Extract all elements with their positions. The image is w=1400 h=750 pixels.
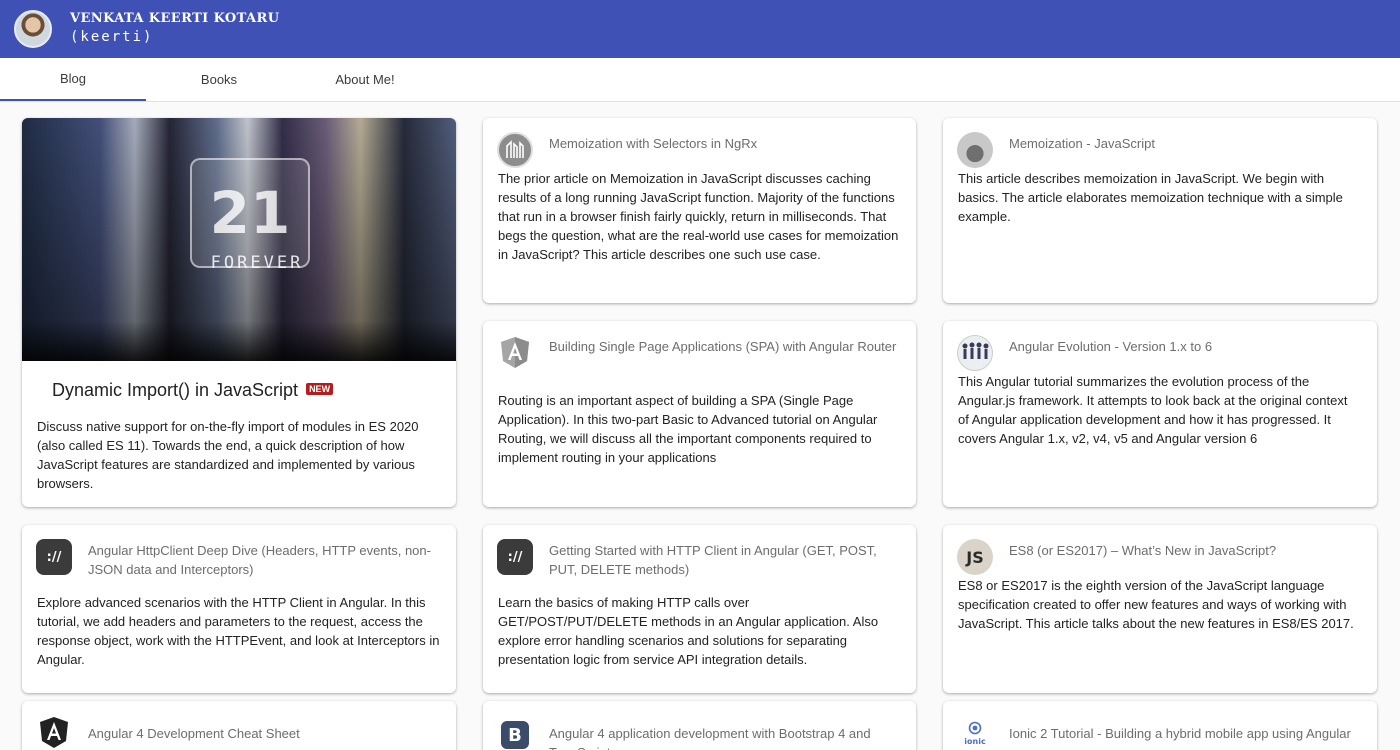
article-card[interactable]: Angular 4 Development Cheat Sheet xyxy=(22,701,456,750)
article-card[interactable]: JS ES8 (or ES2017) – What’s New in JavaS… xyxy=(943,525,1377,693)
http-icon: :// xyxy=(497,539,533,575)
hero-crowd-shade xyxy=(22,321,456,361)
article-description: The prior article on Memoization in Java… xyxy=(498,171,899,262)
ionic-icon: ionic xyxy=(957,715,993,750)
article-title[interactable]: ES8 (or ES2017) – What’s New in JavaScri… xyxy=(1009,541,1359,560)
new-badge: NEW xyxy=(306,383,334,395)
article-title[interactable]: Angular HttpClient Deep Dive (Headers, H… xyxy=(88,541,438,579)
featured-article-title-text: Dynamic Import() in JavaScript xyxy=(52,380,299,400)
tab-about[interactable]: About Me! xyxy=(292,58,438,101)
article-card[interactable]: B Angular 4 application development with… xyxy=(483,701,916,750)
article-title[interactable]: Angular 4 Development Cheat Sheet xyxy=(88,724,438,743)
article-card-header: Memoization with Selectors in NgRx xyxy=(497,132,902,172)
angular-icon xyxy=(36,715,72,750)
ionic-logo-text: ionic xyxy=(964,736,986,746)
js-icon: JS xyxy=(957,539,993,575)
article-description: Routing is an important aspect of buildi… xyxy=(498,393,878,465)
article-description: Learn the basics of making HTTP calls ov… xyxy=(498,595,879,667)
article-card[interactable]: :// Getting Started with HTTP Client in … xyxy=(483,525,916,693)
nav-tabs: Blog Books About Me! xyxy=(0,58,1400,102)
article-title[interactable]: Memoization - JavaScript xyxy=(1009,134,1359,153)
profile-avatar[interactable] xyxy=(14,10,52,48)
article-title[interactable]: Angular 4 application development with B… xyxy=(549,724,898,750)
article-card-header: Building Single Page Applications (SPA) … xyxy=(497,335,902,375)
ngrx-icon xyxy=(497,132,533,168)
article-description: This article describes memoization in Ja… xyxy=(958,171,1343,224)
site-name: VENKATA KEERTI KOTARU xyxy=(70,11,280,26)
article-description: ES8 or ES2017 is the eighth version of t… xyxy=(958,578,1354,631)
article-card[interactable]: Building Single Page Applications (SPA) … xyxy=(483,321,916,507)
evolution-icon xyxy=(957,335,993,371)
article-title[interactable]: Getting Started with HTTP Client in Angu… xyxy=(549,541,898,579)
article-card[interactable]: ionic Ionic 2 Tutorial - Building a hybr… xyxy=(943,701,1377,750)
bootstrap-icon: B xyxy=(501,721,529,749)
article-description: Explore advanced scenarios with the HTTP… xyxy=(37,595,440,667)
article-card-header: ionic Ionic 2 Tutorial - Building a hybr… xyxy=(957,715,1363,750)
hero-sign-number: 21 xyxy=(190,158,310,268)
article-title[interactable]: Ionic 2 Tutorial - Building a hybrid mob… xyxy=(1009,724,1359,743)
featured-article-description: Discuss native support for on-the-fly im… xyxy=(37,419,419,491)
memoization-icon xyxy=(957,132,993,168)
tab-blog[interactable]: Blog xyxy=(0,58,146,101)
featured-article-title[interactable]: Dynamic Import() in JavaScript NEW xyxy=(52,380,334,401)
article-card-header: :// Getting Started with HTTP Client in … xyxy=(497,539,902,579)
site-brand[interactable]: VENKATA KEERTI KOTARU (keerti) xyxy=(70,11,279,45)
article-card-header: Memoization - JavaScript xyxy=(957,132,1363,172)
article-card-header: Angular Evolution - Version 1.x to 6 xyxy=(957,335,1363,375)
article-title[interactable]: Memoization with Selectors in NgRx xyxy=(549,134,898,153)
ionic-logo-mark xyxy=(968,721,982,734)
article-title[interactable]: Angular Evolution - Version 1.x to 6 xyxy=(1009,337,1359,356)
article-card-header: :// Angular HttpClient Deep Dive (Header… xyxy=(36,539,442,579)
site-nickname: (keerti) xyxy=(70,29,154,45)
article-description: This Angular tutorial summarizes the evo… xyxy=(958,374,1348,446)
article-card-header: B Angular 4 application development with… xyxy=(497,715,902,750)
featured-article-image: 21 FOREVER xyxy=(22,118,456,361)
article-card[interactable]: Memoization with Selectors in NgRx The p… xyxy=(483,118,916,303)
article-card-header: Angular 4 Development Cheat Sheet xyxy=(36,715,442,750)
article-card[interactable]: Memoization - JavaScript This article de… xyxy=(943,118,1377,303)
article-card[interactable]: :// Angular HttpClient Deep Dive (Header… xyxy=(22,525,456,693)
featured-article-card[interactable]: 21 FOREVER Dynamic Import() in JavaScrip… xyxy=(22,118,456,507)
http-icon: :// xyxy=(36,539,72,575)
article-card-header: JS ES8 (or ES2017) – What’s New in JavaS… xyxy=(957,539,1363,579)
angular-icon xyxy=(497,335,533,371)
app-header: VENKATA KEERTI KOTARU (keerti) xyxy=(0,0,1400,58)
hero-sign-caption: FOREVER xyxy=(210,253,304,273)
tab-books[interactable]: Books xyxy=(146,58,292,101)
article-title[interactable]: Building Single Page Applications (SPA) … xyxy=(549,337,898,356)
article-card[interactable]: Angular Evolution - Version 1.x to 6 Thi… xyxy=(943,321,1377,507)
